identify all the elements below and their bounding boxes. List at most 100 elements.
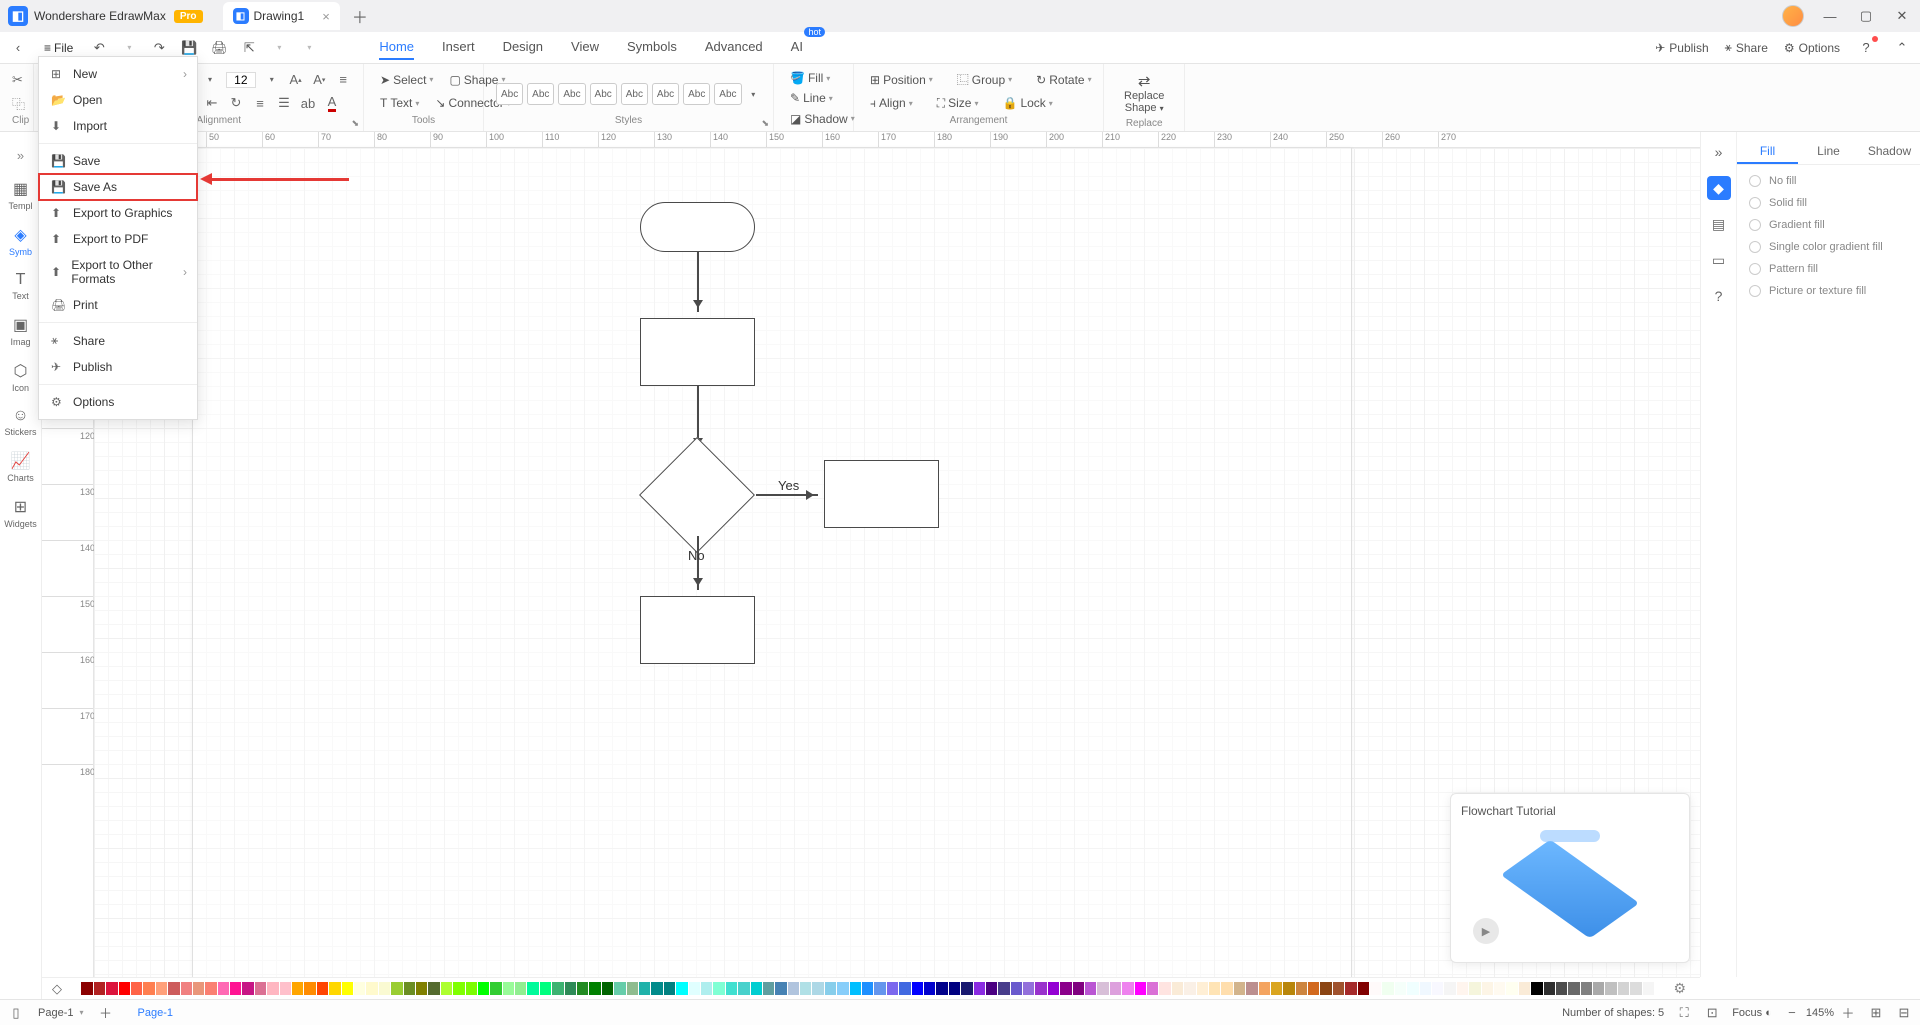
file-menu-button[interactable]: ≡ File <box>38 39 79 57</box>
color-swatch[interactable] <box>899 982 910 995</box>
color-swatch[interactable] <box>738 982 749 995</box>
fit-icon[interactable]: ⊡ <box>1704 1005 1720 1021</box>
color-swatch[interactable] <box>924 982 935 995</box>
print-icon[interactable]: 🖨 <box>209 38 229 58</box>
align-btn[interactable]: ⫞Align▾ <box>866 94 917 113</box>
color-swatch[interactable] <box>664 982 675 995</box>
color-swatch[interactable] <box>986 982 997 995</box>
menu-open[interactable]: 📂Open <box>39 87 197 113</box>
color-swatch[interactable] <box>453 982 464 995</box>
color-swatch[interactable] <box>1395 982 1406 995</box>
flowchart-process[interactable] <box>640 318 755 386</box>
copy-icon[interactable]: ⿻ <box>12 95 25 111</box>
font-color-icon[interactable]: A <box>324 95 340 111</box>
color-swatch[interactable] <box>974 982 985 995</box>
color-swatch[interactable] <box>812 982 823 995</box>
user-avatar[interactable] <box>1782 5 1804 27</box>
cut-icon[interactable]: ✂ <box>12 72 23 88</box>
color-swatch[interactable] <box>1494 982 1505 995</box>
line-tab[interactable]: Line <box>1798 140 1859 164</box>
sidebar-text[interactable]: TText <box>0 265 41 307</box>
color-swatch[interactable] <box>1333 982 1344 995</box>
color-swatch[interactable] <box>1358 982 1369 995</box>
back-icon[interactable]: ‹ <box>8 38 28 58</box>
style-swatch[interactable]: Abc <box>527 83 554 105</box>
color-swatch[interactable] <box>1246 982 1257 995</box>
increase-font-icon[interactable]: A▴ <box>288 72 304 88</box>
export-dropdown-icon[interactable]: ▾ <box>269 38 289 58</box>
color-swatch[interactable] <box>614 982 625 995</box>
menu-options[interactable]: ⚙Options <box>39 389 197 415</box>
color-swatch[interactable] <box>1097 982 1108 995</box>
sidebar-images[interactable]: ▣Imag <box>0 309 41 353</box>
style-swatch[interactable]: Abc <box>621 83 648 105</box>
menu-print[interactable]: 🖨Print <box>39 292 197 318</box>
styles-more-icon[interactable]: ▾ <box>746 86 762 102</box>
color-swatch[interactable] <box>701 982 712 995</box>
color-swatch[interactable] <box>1444 982 1455 995</box>
color-swatch[interactable] <box>1234 982 1245 995</box>
color-swatch[interactable] <box>317 982 328 995</box>
color-swatch[interactable] <box>366 982 377 995</box>
color-swatch[interactable] <box>627 982 638 995</box>
color-swatch[interactable] <box>961 982 972 995</box>
color-swatch[interactable] <box>850 982 861 995</box>
color-swatch[interactable] <box>800 982 811 995</box>
color-swatch[interactable] <box>713 982 724 995</box>
tab-insert[interactable]: Insert <box>442 35 475 60</box>
color-swatch[interactable] <box>1469 982 1480 995</box>
color-swatch[interactable] <box>69 982 80 995</box>
format-shape-icon[interactable]: ◆ <box>1707 176 1731 200</box>
flowchart-process[interactable] <box>824 460 939 528</box>
fill-option-none[interactable]: No fill <box>1749 175 1908 187</box>
menu-export-other[interactable]: ⬆Export to Other Formats <box>39 252 197 292</box>
color-swatch[interactable] <box>862 982 873 995</box>
pages-icon[interactable]: ▯ <box>8 1005 24 1021</box>
color-swatch[interactable] <box>689 982 700 995</box>
menu-save-as[interactable]: 💾Save As <box>39 174 197 200</box>
color-swatch[interactable] <box>94 982 105 995</box>
color-swatch[interactable] <box>540 982 551 995</box>
color-swatch[interactable] <box>1060 982 1071 995</box>
menu-share[interactable]: ⚹Share <box>39 327 197 354</box>
add-tab-button[interactable]: ＋ <box>352 4 368 28</box>
style-swatch[interactable]: Abc <box>714 83 741 105</box>
zoom-out-icon[interactable]: − <box>1784 1005 1800 1021</box>
play-icon[interactable]: ▶ <box>1473 918 1499 944</box>
line-spacing-icon[interactable]: ≡ <box>252 95 268 111</box>
color-swatch[interactable] <box>168 982 179 995</box>
sidebar-icons[interactable]: ⬡Icon <box>0 355 41 399</box>
options-button[interactable]: ⚙Options <box>1784 41 1840 55</box>
color-swatch[interactable] <box>1630 982 1641 995</box>
color-swatch[interactable] <box>391 982 402 995</box>
color-swatch[interactable] <box>1618 982 1629 995</box>
minimize-icon[interactable]: — <box>1820 9 1840 24</box>
color-swatch[interactable] <box>1593 982 1604 995</box>
color-swatch[interactable] <box>912 982 923 995</box>
color-swatch[interactable] <box>1531 982 1542 995</box>
undo-dropdown-icon[interactable]: ▾ <box>119 38 139 58</box>
color-swatch[interactable] <box>651 982 662 995</box>
color-swatch[interactable] <box>218 982 229 995</box>
save-icon[interactable]: 💾 <box>179 38 199 58</box>
fullscreen-icon[interactable]: ⛶ <box>1676 1005 1692 1021</box>
color-swatch[interactable] <box>1519 982 1530 995</box>
share-button[interactable]: ⚹Share <box>1725 40 1768 55</box>
sidebar-charts[interactable]: 📈Charts <box>0 445 41 489</box>
color-swatch[interactable] <box>1482 982 1493 995</box>
color-swatch[interactable] <box>565 982 576 995</box>
color-swatch[interactable] <box>874 982 885 995</box>
color-swatch[interactable] <box>490 982 501 995</box>
menu-publish[interactable]: ✈Publish <box>39 354 197 380</box>
add-page-icon[interactable]: ＋ <box>98 1005 114 1021</box>
color-swatch[interactable] <box>143 982 154 995</box>
close-tab-icon[interactable]: × <box>322 9 330 24</box>
replace-shape-btn[interactable]: ⇄ Replace Shape ▾ <box>1116 68 1172 118</box>
font-dialog-launcher-icon[interactable]: ⬊ <box>351 118 359 129</box>
sidebar-templates[interactable]: ▦Templ <box>0 173 41 217</box>
fontsize-dropdown-icon[interactable]: ▾ <box>264 72 280 88</box>
color-swatch[interactable] <box>1135 982 1146 995</box>
color-swatch[interactable] <box>1271 982 1282 995</box>
style-swatch[interactable]: Abc <box>683 83 710 105</box>
menu-import[interactable]: ⬇Import <box>39 113 197 139</box>
